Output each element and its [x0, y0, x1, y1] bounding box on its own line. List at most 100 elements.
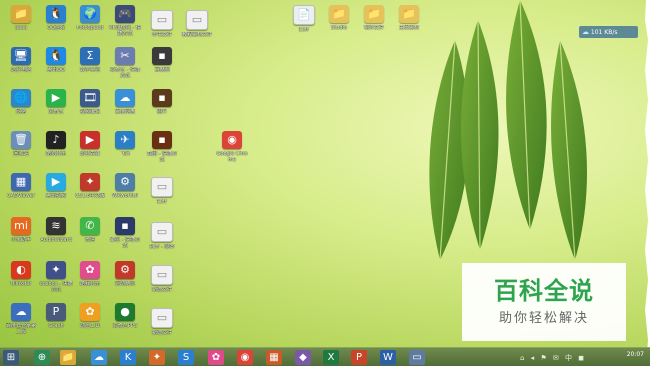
- taskbar-button-app-7[interactable]: ✿: [208, 350, 224, 365]
- desktop-icon[interactable]: ◉ Google Chrome: [215, 131, 249, 163]
- taskbar-button-word[interactable]: W: [380, 350, 396, 365]
- desktop-icon-label: 腾讯视频: [45, 193, 66, 199]
- desktop-icon[interactable]: ◐ Ulinkder: [4, 261, 38, 287]
- taskbar-button-kugou[interactable]: K: [120, 350, 136, 365]
- desktop-icon[interactable]: mi 小米助手: [4, 217, 38, 243]
- desktop-icon[interactable]: ⚙ 驱动精灵: [108, 261, 142, 287]
- desktop-icon[interactable]: ✂ 爱奇艺 - 快捷方式: [108, 47, 142, 79]
- cloud-icon: ☁: [582, 28, 589, 36]
- app-icon: 🎞: [80, 89, 100, 107]
- desktop-icon-label: 爱奇艺PPS: [112, 323, 138, 329]
- desktop-icon-label: 聚星 - 快捷方式: [110, 237, 140, 249]
- app-icon: ☁: [115, 89, 135, 107]
- desktop-icon[interactable]: 📁 制作文件: [357, 5, 391, 31]
- desktop-icon-label: 动画工具: [79, 323, 100, 329]
- desktop-icon[interactable]: ✆ 微信: [73, 217, 107, 243]
- app-icon: ✈: [115, 131, 135, 149]
- desktop-icon[interactable]: 🖥 这台电脑: [4, 47, 38, 73]
- desktop-icon[interactable]: ✦ dosbox - 快捷方式: [39, 261, 73, 293]
- desktop-icon[interactable]: ▭ 新建文件: [145, 308, 179, 336]
- desktop-icon[interactable]: ▭ 打开 - 副本: [145, 222, 179, 250]
- system-tray[interactable]: ⌂ ◂ ⚑ ✉ 中 ◼: [520, 353, 586, 363]
- taskbar-button-app-9[interactable]: ▦: [266, 350, 282, 365]
- desktop-icon[interactable]: ▭ 教程素材文件: [180, 10, 214, 38]
- clock[interactable]: 20:07: [627, 351, 644, 358]
- desktop-icon[interactable]: 🗑 回收站: [4, 131, 38, 157]
- taskbar-button-sogou[interactable]: S: [178, 350, 194, 365]
- app-icon: 🎮: [115, 5, 135, 23]
- app-icon: 📁: [329, 5, 349, 23]
- desktop-icon[interactable]: 📁 aaaa: [4, 5, 38, 31]
- taskbar-button-app-14[interactable]: ▭: [409, 350, 425, 365]
- desktop-icon[interactable]: ▭ 新建文件: [145, 265, 179, 293]
- taskbar-button-start[interactable]: ⊞: [3, 350, 19, 365]
- taskbar-button-chrome[interactable]: ◉: [237, 350, 253, 365]
- desktop-icon[interactable]: ▭ 打开: [145, 177, 179, 205]
- watermark-subtitle: 助你轻松解决: [498, 311, 589, 326]
- desktop-icon-label: FotoSpeed: [76, 25, 104, 31]
- app-icon: 📁: [11, 5, 31, 23]
- desktop-icon[interactable]: ▪ 截图 - 快捷方式: [145, 131, 179, 163]
- net-speed-widget[interactable]: ☁ 101 KB/s: [579, 26, 638, 38]
- desktop-icon[interactable]: ♪ 酷狗音乐: [39, 131, 73, 157]
- app-icon: ◐: [11, 261, 31, 279]
- app-icon: ✦: [46, 261, 66, 279]
- taskbar-button-app-10[interactable]: ◆: [295, 350, 311, 365]
- desktop-icon[interactable]: ▪ 百度图: [145, 47, 179, 73]
- taskbar-button-baidu[interactable]: ☁: [91, 350, 107, 365]
- taskbar-button-explorer[interactable]: 📁: [60, 350, 76, 365]
- taskbar-button-powerpoint[interactable]: P: [351, 350, 367, 365]
- desktop-icon-label: 爱奇艺: [48, 109, 64, 115]
- desktop-icon[interactable]: 📁 主页素材: [392, 5, 426, 31]
- desktop-icon-label: 本书文件: [151, 32, 172, 38]
- taskbar-button-excel[interactable]: X: [323, 350, 339, 365]
- desktop-icon[interactable]: ✦ CS1.6中文版: [73, 173, 107, 199]
- taskbar-button-app-1[interactable]: ⊕: [34, 350, 50, 365]
- desktop-icon[interactable]: ✿ 动画工具: [73, 303, 107, 329]
- desktop-icon[interactable]: P Graph: [39, 303, 73, 329]
- desktop-icon[interactable]: Σ 数学实验: [73, 47, 107, 73]
- desktop-icon[interactable]: ▶ 影音先锋: [73, 131, 107, 157]
- app-icon: ▦: [11, 173, 31, 191]
- app-icon: ◉: [222, 131, 242, 149]
- app-icon: ▭: [151, 308, 173, 328]
- desktop-icon[interactable]: 📁 Studio: [322, 5, 356, 31]
- app-icon: ▭: [151, 265, 173, 285]
- desktop-icon[interactable]: ⚙ WKworkUI: [108, 173, 142, 199]
- desktop-icon[interactable]: 📄 打开: [287, 5, 321, 33]
- desktop-icon[interactable]: 🐧 QQ游戏: [39, 5, 73, 31]
- desktop-icon[interactable]: 🎮 KK录像机 - 快捷方式: [108, 5, 142, 37]
- app-icon: ☁: [11, 303, 31, 321]
- watermark: 百科全说 助你轻松解决: [462, 263, 626, 341]
- desktop-icon[interactable]: ▶ 爱奇艺: [39, 89, 73, 115]
- desktop-icon[interactable]: ▭ 本书文件: [145, 10, 179, 38]
- desktop-icon[interactable]: ✈ 飞行: [108, 131, 142, 157]
- desktop-icon[interactable]: ▶ 腾讯视频: [39, 173, 73, 199]
- desktop-icon[interactable]: ▪ 聚星 - 快捷方式: [108, 217, 142, 249]
- desktop-icon[interactable]: 🌍 FotoSpeed: [73, 5, 107, 31]
- desktop-icon-label: 回收站: [13, 151, 29, 157]
- desktop-icon-label: 影音先锋: [79, 151, 100, 157]
- net-speed-text: 101 KB/s: [590, 29, 618, 36]
- desktop-icon[interactable]: 🎞 视频编辑: [73, 89, 107, 115]
- desktop-icon[interactable]: 🌐 网络: [4, 89, 38, 115]
- desktop-icon[interactable]: ▪ 图片: [145, 89, 179, 115]
- desktop-icon-label: 驱动精灵: [114, 281, 135, 287]
- torn-edge: [645, 0, 650, 366]
- app-icon: 📁: [399, 5, 419, 23]
- app-icon: ▭: [151, 177, 173, 197]
- app-icon: ▭: [151, 222, 173, 242]
- app-icon: ✦: [80, 173, 100, 191]
- taskbar-button-app-5[interactable]: ✦: [149, 350, 165, 365]
- desktop-icon[interactable]: 🐧 腾讯QQ: [39, 47, 73, 73]
- desktop-icon[interactable]: ● 爱奇艺PPS: [108, 303, 142, 329]
- desktop-icon[interactable]: ✿ 酷我音乐: [73, 261, 107, 287]
- desktop-icon[interactable]: ☁ 百度云管家第二版: [4, 303, 38, 335]
- desktop-icon-label: Google Chrome: [216, 151, 248, 163]
- app-icon: ≋: [46, 217, 66, 235]
- desktop-icon[interactable]: ☁ 百度网盘: [108, 89, 142, 115]
- app-icon: ▶: [46, 89, 66, 107]
- desktop-icon[interactable]: ▦ CADViewer: [4, 173, 38, 199]
- app-icon: ▪: [152, 131, 172, 149]
- desktop-icon[interactable]: ≋ AudioWizard: [39, 217, 73, 243]
